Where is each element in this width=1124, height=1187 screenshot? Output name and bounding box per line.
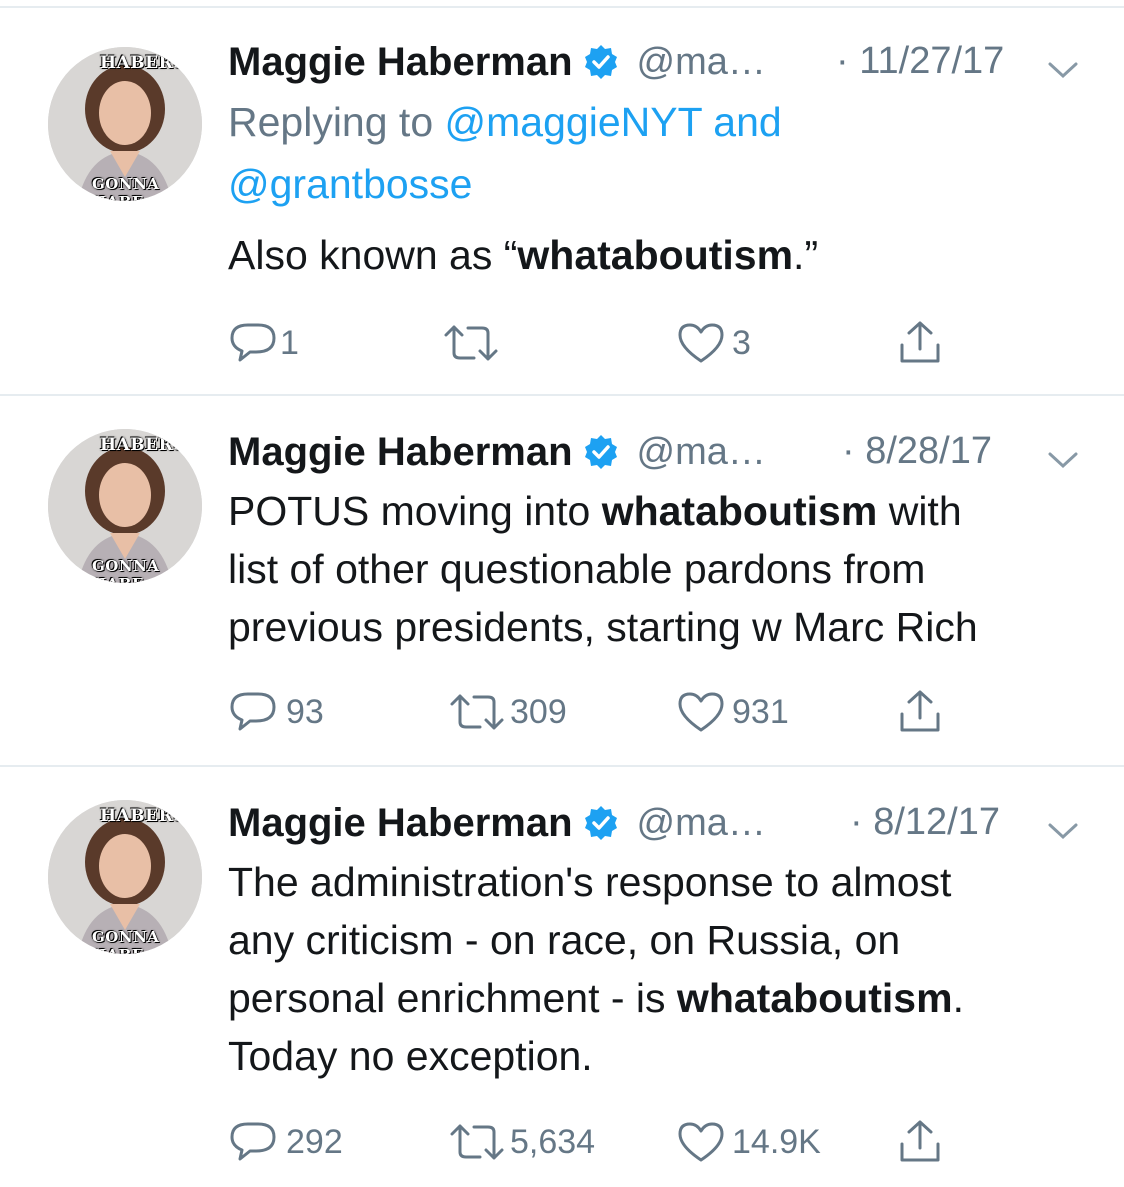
share-button[interactable]	[896, 687, 944, 737]
display-name[interactable]: Maggie Haberman	[228, 430, 573, 475]
avatar-top-text: HABERS	[100, 53, 186, 73]
reply-button[interactable]: 292	[228, 1117, 343, 1167]
avatar[interactable]: HABERS GONNA HABE	[48, 429, 202, 583]
retweet-icon	[444, 325, 498, 361]
tweet-actions: 1 3	[228, 318, 988, 368]
avatar[interactable]: HABERS GONNA HABE	[48, 800, 202, 954]
timestamp[interactable]: · 11/27/17	[836, 40, 1004, 83]
replying-to-label: Replying to	[228, 99, 434, 145]
tweet-1[interactable]: HABERS GONNA HABE Maggie Haberman @ma… ·…	[0, 8, 1124, 396]
tweet-header: Maggie Haberman @ma…	[228, 799, 766, 847]
tweet-header: Maggie Haberman @ma…	[228, 38, 766, 86]
share-icon	[900, 1120, 940, 1162]
like-button[interactable]: 931	[676, 687, 789, 737]
highlight-word: whataboutism	[517, 232, 794, 278]
retweet-button[interactable]	[440, 318, 508, 368]
reply-button[interactable]: 1	[228, 318, 299, 368]
handle[interactable]: @ma…	[637, 41, 766, 84]
mention-link[interactable]: @maggieNYT	[445, 99, 702, 145]
reply-and-text: and	[713, 99, 782, 145]
tweet-actions: 93 309 931	[228, 687, 988, 737]
retweet-button[interactable]: 309	[446, 687, 567, 737]
tweet-text: POTUS moving into whataboutism with list…	[228, 488, 978, 650]
like-button[interactable]: 14.9K	[676, 1117, 821, 1167]
like-count: 14.9K	[732, 1122, 821, 1161]
reply-icon	[230, 692, 276, 731]
verified-badge-icon	[584, 435, 617, 469]
tweet-header: Maggie Haberman @ma…	[228, 428, 766, 476]
avatar-bottom-text: GONNA HABE	[92, 175, 160, 201]
reply-count: 1	[280, 323, 299, 362]
highlight-word: whataboutism	[676, 975, 953, 1021]
verified-badge-icon	[584, 806, 617, 840]
reply-count: 93	[286, 692, 324, 731]
timestamp[interactable]: · 8/28/17	[842, 430, 992, 473]
chevron-down-icon[interactable]	[1046, 821, 1080, 841]
like-count: 931	[732, 692, 789, 731]
avatar-top-text: HABERS	[100, 806, 186, 826]
avatar-top-text: HABERS	[100, 435, 186, 455]
tweet-3[interactable]: HABERS GONNA HABE Maggie Haberman @ma… ·…	[0, 767, 1124, 1187]
retweet-count: 309	[510, 692, 567, 731]
mention-link[interactable]: @grantbosse	[228, 161, 472, 207]
like-count: 3	[732, 323, 751, 362]
display-name[interactable]: Maggie Haberman	[228, 40, 573, 85]
share-button[interactable]	[896, 318, 944, 368]
reply-button[interactable]: 93	[228, 687, 324, 737]
display-name[interactable]: Maggie Haberman	[228, 801, 573, 846]
reply-icon	[230, 323, 276, 362]
reply-icon	[230, 1122, 276, 1161]
retweet-button[interactable]: 5,634	[446, 1117, 595, 1167]
verified-badge-icon	[584, 45, 617, 79]
share-button[interactable]	[896, 1117, 944, 1167]
highlight-word: whataboutism	[601, 488, 878, 534]
reply-count: 292	[286, 1122, 343, 1161]
like-button[interactable]: 3	[676, 318, 751, 368]
retweet-count: 5,634	[510, 1122, 596, 1161]
share-icon	[900, 690, 940, 732]
like-icon	[678, 692, 724, 732]
handle[interactable]: @ma…	[637, 802, 766, 845]
avatar-bottom-text: GONNA HABE	[92, 557, 160, 583]
tweet-2[interactable]: HABERS GONNA HABE Maggie Haberman @ma… ·…	[0, 396, 1124, 767]
retweet-icon	[450, 1124, 504, 1160]
share-icon	[900, 321, 940, 363]
avatar-bottom-text: GONNA HABE	[92, 928, 160, 954]
avatar[interactable]: HABERS GONNA HABE	[48, 47, 202, 201]
reply-context: Replying to @maggieNYT and @grantbosse	[228, 93, 782, 213]
tweet-text: The administration's response to almost …	[228, 859, 964, 1079]
tweet-text: Also known as “whataboutism.”	[228, 232, 819, 278]
tweet-actions: 292 5,634 14.9K	[228, 1117, 988, 1167]
retweet-icon	[450, 694, 504, 730]
like-icon	[678, 323, 724, 363]
chevron-down-icon[interactable]	[1046, 450, 1080, 470]
timestamp[interactable]: · 8/12/17	[850, 801, 1000, 844]
chevron-down-icon[interactable]	[1046, 60, 1080, 80]
handle[interactable]: @ma…	[637, 431, 766, 474]
like-icon	[678, 1122, 724, 1162]
